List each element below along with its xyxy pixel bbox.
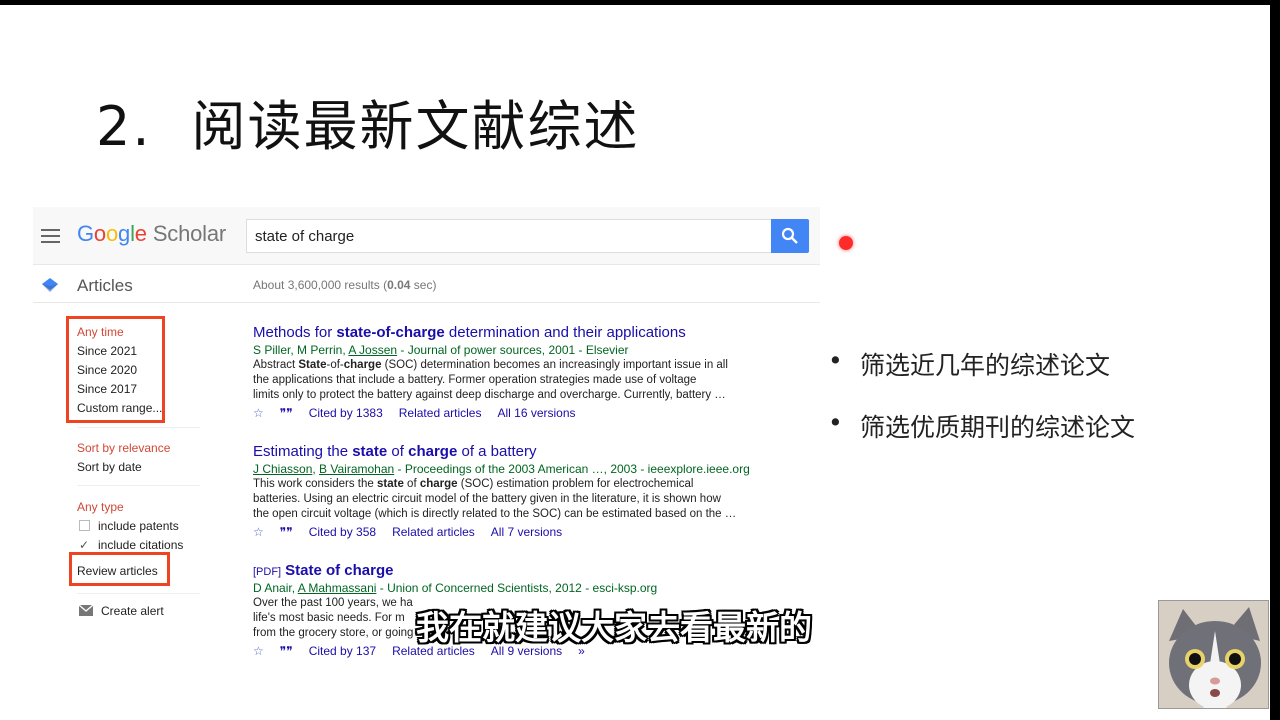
result-authors: S Piller, M Perrin, A Jossen - Journal o… bbox=[253, 343, 629, 357]
cited-by-link[interactable]: Cited by 1383 bbox=[309, 406, 383, 420]
slide-title: 2. 阅读最新文献综述 bbox=[96, 82, 640, 161]
related-link[interactable]: Related articles bbox=[399, 406, 482, 420]
right-border bbox=[1270, 0, 1280, 720]
bullet-item: 筛选近几年的综述论文 bbox=[828, 346, 1135, 382]
author-link[interactable]: A Mahmassani bbox=[298, 581, 377, 595]
result-authors: D Anair, A Mahmassani - Union of Concern… bbox=[253, 581, 658, 595]
search-result: Methods for state-of-charge determinatio… bbox=[253, 324, 773, 420]
articles-icon bbox=[42, 278, 58, 292]
video-subtitle: 我在就建议大家去看最新的 bbox=[416, 608, 812, 647]
pdf-tag: [PDF] bbox=[253, 566, 282, 578]
cite-icon[interactable]: ❞❞ bbox=[280, 644, 293, 658]
result-title-link[interactable]: [PDF] State of charge bbox=[253, 562, 773, 579]
cat-webcam-image bbox=[1158, 600, 1269, 709]
cited-by-link[interactable]: Cited by 358 bbox=[309, 525, 376, 539]
divider bbox=[77, 427, 200, 428]
versions-link[interactable]: All 7 versions bbox=[491, 525, 562, 539]
menu-icon[interactable] bbox=[41, 229, 60, 243]
highlight-box-review bbox=[69, 552, 170, 586]
author-link[interactable]: A Jossen bbox=[348, 343, 397, 357]
section-label[interactable]: Articles bbox=[77, 276, 133, 296]
checkmark-icon[interactable]: ✓ bbox=[79, 538, 90, 552]
result-title-link[interactable]: Estimating the state of charge of a batt… bbox=[253, 443, 773, 460]
cat-icon bbox=[1159, 601, 1268, 708]
envelope-icon bbox=[78, 604, 94, 616]
top-border bbox=[0, 0, 1280, 5]
cite-icon[interactable]: ❞❞ bbox=[280, 406, 293, 420]
bullet-item: 筛选优质期刊的综述论文 bbox=[828, 408, 1135, 444]
filter-sidebar: Any time Since 2021 Since 2020 Since 201… bbox=[33, 307, 233, 677]
search-button[interactable] bbox=[771, 219, 809, 253]
cite-icon[interactable]: ❞❞ bbox=[280, 525, 293, 539]
divider bbox=[77, 593, 200, 594]
star-icon[interactable]: ☆ bbox=[253, 525, 264, 539]
related-link[interactable]: Related articles bbox=[392, 525, 475, 539]
versions-link[interactable]: All 16 versions bbox=[497, 406, 575, 420]
bullet-list: 筛选近几年的综述论文 筛选优质期刊的综述论文 bbox=[828, 346, 1135, 470]
laser-pointer-icon bbox=[839, 236, 853, 250]
author-link[interactable]: J Chiasson bbox=[253, 462, 312, 476]
results-count: About 3,600,000 results (0.04 sec) bbox=[253, 278, 437, 292]
slide-number: 2. bbox=[96, 95, 152, 158]
star-icon[interactable]: ☆ bbox=[253, 644, 264, 658]
result-snippet: This work considers the state of charge … bbox=[253, 478, 737, 520]
author-link[interactable]: B Vairamohan bbox=[319, 462, 394, 476]
result-authors: J Chiasson, B Vairamohan - Proceedings o… bbox=[253, 462, 750, 476]
cited-by-link[interactable]: Cited by 137 bbox=[309, 644, 376, 658]
search-result: Estimating the state of charge of a batt… bbox=[253, 443, 773, 539]
highlight-box-time bbox=[66, 316, 165, 423]
result-snippet: Abstract State-of-charge (SOC) determina… bbox=[253, 359, 728, 401]
result-actions: ☆ ❞❞ Cited by 1383 Related articles All 16 v… bbox=[253, 406, 773, 420]
sort-date[interactable]: Sort by date bbox=[77, 460, 142, 474]
sort-relevance[interactable]: Sort by relevance bbox=[77, 441, 170, 455]
slide: 2. 阅读最新文献综述 Google Scholar state of charge… bbox=[0, 0, 1280, 720]
include-patents-checkbox[interactable]: include patents bbox=[79, 519, 179, 533]
search-icon bbox=[781, 227, 798, 244]
result-title-link[interactable]: Methods for state-of-charge determinatio… bbox=[253, 324, 773, 341]
slide-title-text: 阅读最新文献综述 bbox=[191, 95, 640, 158]
include-citations-checkbox[interactable]: ✓ include citations bbox=[79, 538, 183, 552]
star-icon[interactable]: ☆ bbox=[253, 406, 264, 420]
scholar-header: Google Scholar state of charge bbox=[33, 207, 820, 265]
checkbox-icon[interactable] bbox=[79, 520, 90, 531]
create-alert-link[interactable]: Create alert bbox=[78, 604, 164, 618]
filter-any-type[interactable]: Any type bbox=[77, 500, 124, 514]
result-actions: ☆ ❞❞ Cited by 358 Related articles All 7 ver… bbox=[253, 525, 773, 539]
section-bar: Articles About 3,600,000 results (0.04 s… bbox=[33, 269, 820, 303]
google-scholar-logo[interactable]: Google Scholar bbox=[77, 221, 226, 247]
search-input[interactable]: state of charge bbox=[246, 219, 772, 253]
divider bbox=[77, 485, 200, 486]
